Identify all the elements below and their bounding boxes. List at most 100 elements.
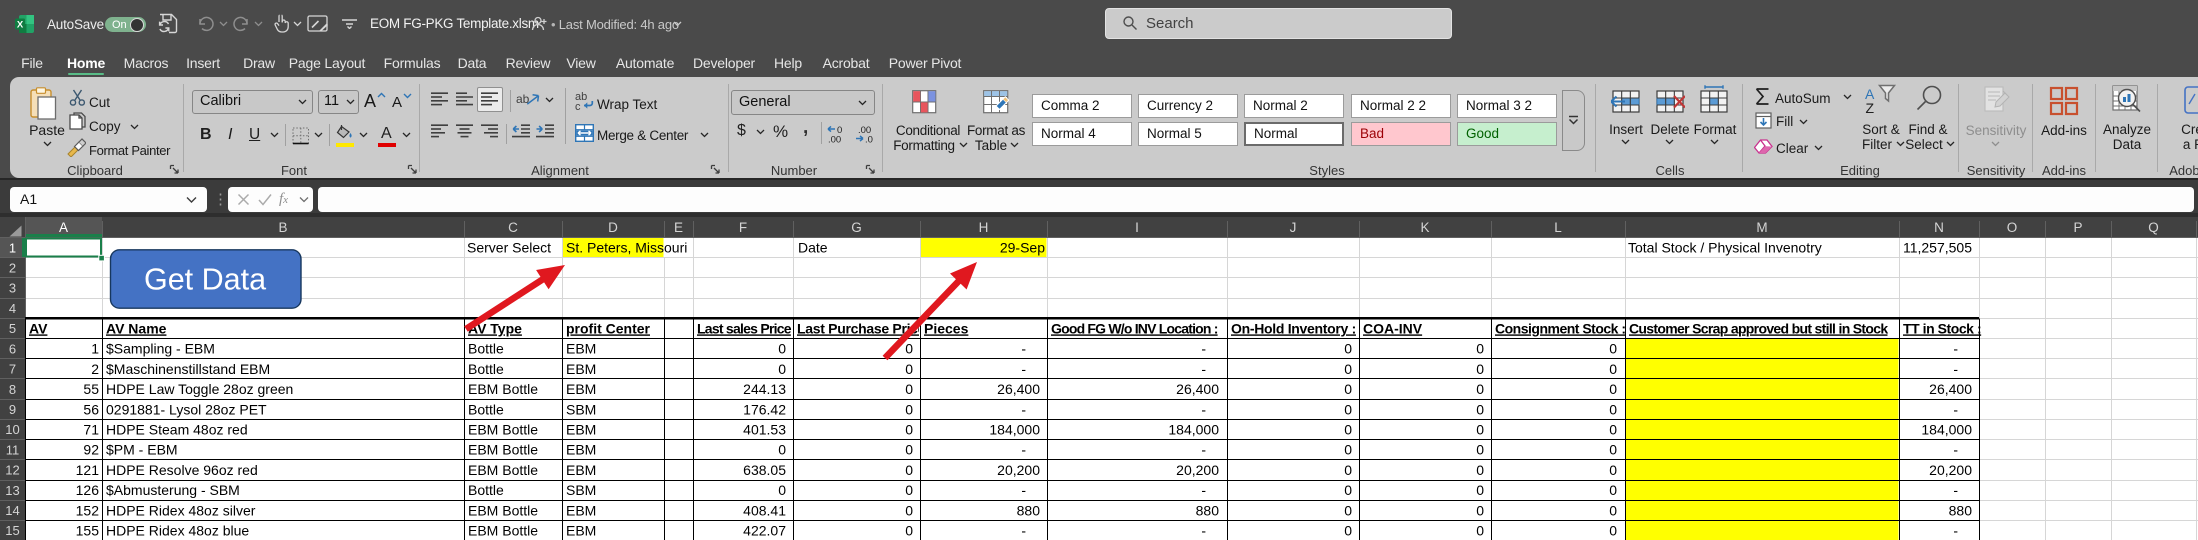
svg-text:Bottle: Bottle bbox=[468, 341, 504, 357]
svg-text:SBM: SBM bbox=[566, 482, 596, 498]
svg-text:Total Stock / Physical Invenot: Total Stock / Physical Invenotry bbox=[1628, 240, 1822, 256]
svg-text:EBM Bottle: EBM Bottle bbox=[468, 462, 538, 478]
svg-text:EBM Bottle: EBM Bottle bbox=[468, 523, 538, 539]
svg-text:.0: .0 bbox=[865, 135, 873, 144]
svg-text:26,400: 26,400 bbox=[1929, 381, 1972, 397]
svg-text:I: I bbox=[1135, 220, 1139, 235]
svg-text:14: 14 bbox=[5, 503, 19, 518]
svg-text:2: 2 bbox=[9, 261, 16, 276]
svg-text:EBM: EBM bbox=[566, 361, 596, 377]
svg-text:.00: .00 bbox=[828, 135, 841, 144]
svg-text:0: 0 bbox=[905, 442, 913, 458]
svg-text:0: 0 bbox=[1609, 401, 1617, 417]
svg-text:11,257,505: 11,257,505 bbox=[1903, 240, 1972, 256]
svg-text:AV: AV bbox=[29, 320, 48, 336]
svg-text:-: - bbox=[1953, 482, 1958, 498]
svg-text:-: - bbox=[1201, 401, 1206, 417]
svg-text:-: - bbox=[1201, 361, 1206, 377]
svg-text:Good FG W/o INV Location :: Good FG W/o INV Location : bbox=[1051, 320, 1218, 336]
svg-text:0: 0 bbox=[905, 523, 913, 539]
svg-text:26,400: 26,400 bbox=[997, 381, 1040, 397]
svg-text:EBM: EBM bbox=[566, 502, 596, 518]
svg-text:0: 0 bbox=[1609, 442, 1617, 458]
svg-text:SBM: SBM bbox=[566, 401, 596, 417]
svg-text:HDPE Resolve 96oz red: HDPE Resolve 96oz red bbox=[106, 462, 258, 478]
svg-text:184,000: 184,000 bbox=[989, 422, 1040, 438]
svg-text:121: 121 bbox=[76, 462, 100, 478]
svg-text:-: - bbox=[1201, 442, 1206, 458]
svg-text:0: 0 bbox=[1476, 482, 1484, 498]
svg-text:0: 0 bbox=[1609, 422, 1617, 438]
svg-text:0: 0 bbox=[1344, 502, 1352, 518]
svg-text:$Maschinenstillstand EBM: $Maschinenstillstand EBM bbox=[106, 361, 270, 377]
svg-text:-: - bbox=[1201, 482, 1206, 498]
svg-text:20,200: 20,200 bbox=[1176, 462, 1219, 478]
svg-text:0: 0 bbox=[905, 482, 913, 498]
svg-text:2: 2 bbox=[91, 361, 99, 377]
svg-text:0: 0 bbox=[1476, 381, 1484, 397]
svg-text:-: - bbox=[1201, 341, 1206, 357]
svg-text:EBM Bottle: EBM Bottle bbox=[468, 502, 538, 518]
svg-text:EBM Bottle: EBM Bottle bbox=[468, 422, 538, 438]
svg-text:0: 0 bbox=[1476, 422, 1484, 438]
svg-text:E: E bbox=[674, 220, 683, 235]
svg-text:$Sampling - EBM: $Sampling - EBM bbox=[106, 341, 215, 357]
svg-text:profit Center: profit Center bbox=[566, 320, 651, 336]
svg-text:Customer Scrap approved but st: Customer Scrap approved but still in Sto… bbox=[1629, 320, 1888, 336]
svg-text:0: 0 bbox=[1344, 401, 1352, 417]
svg-text:TT in Stock :: TT in Stock : bbox=[1903, 320, 1981, 336]
svg-text:-: - bbox=[1021, 361, 1026, 377]
svg-text:0: 0 bbox=[1344, 482, 1352, 498]
svg-text:c: c bbox=[575, 101, 581, 111]
svg-text:4: 4 bbox=[9, 301, 16, 316]
svg-text:C: C bbox=[508, 220, 518, 235]
svg-text:0: 0 bbox=[905, 502, 913, 518]
svg-text:184,000: 184,000 bbox=[1168, 422, 1219, 438]
svg-text:0: 0 bbox=[778, 482, 786, 498]
svg-text:AV Name: AV Name bbox=[106, 320, 167, 336]
svg-text:1: 1 bbox=[91, 341, 99, 357]
svg-text:$Abmusterung - SBM: $Abmusterung - SBM bbox=[106, 482, 240, 498]
svg-text:-: - bbox=[1021, 442, 1026, 458]
svg-text:408.41: 408.41 bbox=[743, 502, 786, 518]
svg-text:0: 0 bbox=[1476, 442, 1484, 458]
svg-text:20,200: 20,200 bbox=[997, 462, 1040, 478]
svg-text:0: 0 bbox=[905, 401, 913, 417]
svg-text:EBM Bottle: EBM Bottle bbox=[468, 381, 538, 397]
svg-text:0: 0 bbox=[905, 422, 913, 438]
svg-text:N: N bbox=[1934, 220, 1944, 235]
svg-text:-: - bbox=[1953, 401, 1958, 417]
svg-text:-: - bbox=[1953, 442, 1958, 458]
svg-text:0: 0 bbox=[778, 442, 786, 458]
svg-text:0: 0 bbox=[1344, 462, 1352, 478]
svg-text:0: 0 bbox=[1476, 341, 1484, 357]
svg-text:10: 10 bbox=[5, 422, 19, 437]
svg-text:9: 9 bbox=[9, 402, 16, 417]
svg-text:8: 8 bbox=[9, 382, 16, 397]
svg-text:-: - bbox=[1953, 341, 1958, 357]
svg-text:Consignment Stock :: Consignment Stock : bbox=[1495, 320, 1626, 336]
svg-text:155: 155 bbox=[76, 523, 100, 539]
svg-text:0: 0 bbox=[1609, 502, 1617, 518]
svg-text:184,000: 184,000 bbox=[1921, 422, 1972, 438]
svg-text:HDPE Law Toggle 28oz green: HDPE Law Toggle 28oz green bbox=[106, 381, 293, 397]
svg-text:Date: Date bbox=[798, 240, 828, 256]
svg-text:L: L bbox=[1554, 220, 1562, 235]
svg-text:12: 12 bbox=[5, 463, 19, 478]
svg-text:55: 55 bbox=[83, 381, 99, 397]
svg-text:0291881- Lysol 28oz PET: 0291881- Lysol 28oz PET bbox=[106, 401, 267, 417]
svg-text:422.07: 422.07 bbox=[743, 523, 786, 539]
svg-text:176.42: 176.42 bbox=[743, 401, 786, 417]
svg-text:6: 6 bbox=[9, 341, 16, 356]
svg-text:M: M bbox=[1756, 220, 1767, 235]
svg-text:0: 0 bbox=[778, 341, 786, 357]
svg-text:EBM: EBM bbox=[566, 341, 596, 357]
svg-text:X: X bbox=[17, 20, 24, 31]
svg-text:0: 0 bbox=[1609, 462, 1617, 478]
svg-text:0: 0 bbox=[778, 361, 786, 377]
svg-text:St. Peters, Missouri: St. Peters, Missouri bbox=[566, 240, 687, 256]
svg-text:K: K bbox=[1420, 220, 1429, 235]
svg-text:EBM Bottle: EBM Bottle bbox=[468, 442, 538, 458]
svg-text:-: - bbox=[1201, 523, 1206, 539]
svg-text:HDPE Ridex 48oz blue: HDPE Ridex 48oz blue bbox=[106, 523, 249, 539]
